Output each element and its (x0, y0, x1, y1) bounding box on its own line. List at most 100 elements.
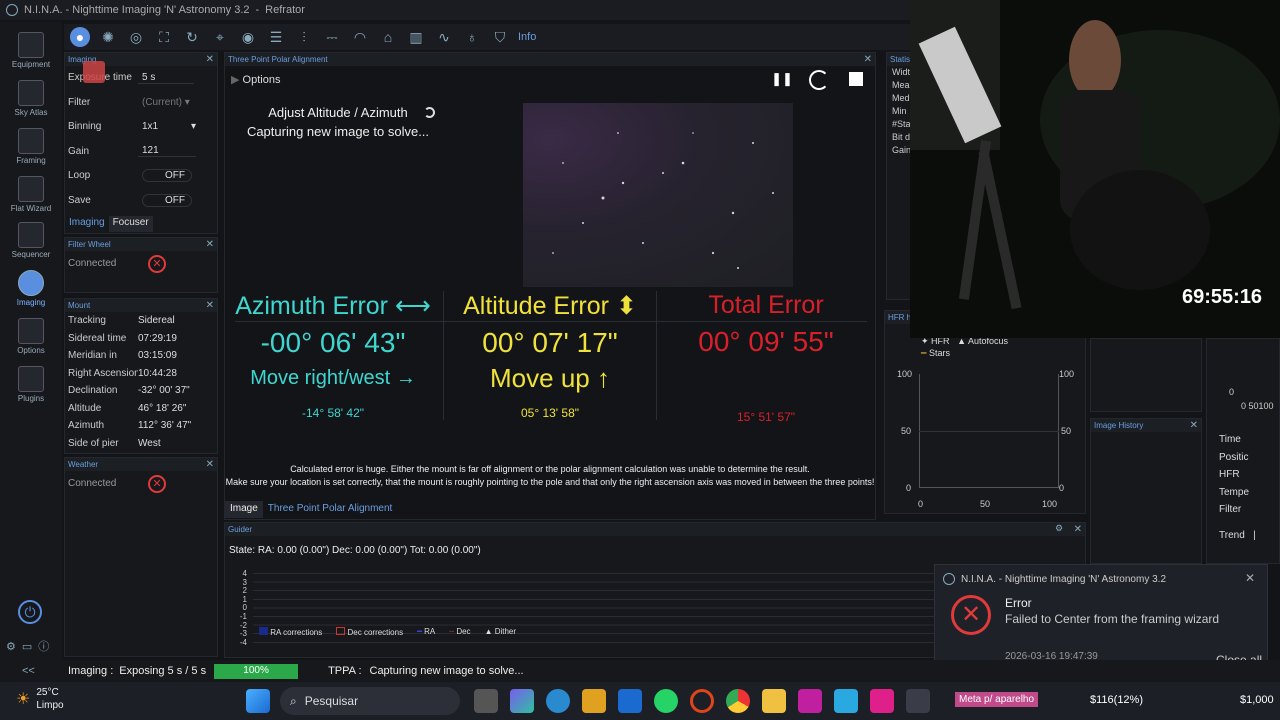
save-toggle[interactable]: OFF (142, 193, 192, 207)
toolbar-graph-icon[interactable]: ∿ (434, 27, 454, 47)
toolbar-aperture-icon[interactable]: ✺ (98, 27, 118, 47)
close-icon[interactable]: ✕ (1074, 524, 1085, 535)
toolbar-info-button[interactable]: Info (518, 31, 536, 43)
close-icon[interactable]: ✕ (864, 54, 875, 65)
pause-button[interactable]: ❚❚ (771, 71, 793, 89)
app-blue-icon[interactable] (834, 689, 858, 713)
red-stop-button[interactable] (83, 61, 105, 83)
store-icon[interactable] (582, 689, 606, 713)
panel-title: Guider (228, 525, 253, 534)
binning-select[interactable]: 1x1 ▾ (138, 121, 196, 132)
file-explorer-icon[interactable] (762, 689, 786, 713)
toolbar-observatory-icon[interactable]: ⌂ (378, 27, 398, 47)
book-icon[interactable]: ▭ (22, 641, 38, 653)
nav-equipment[interactable]: Equipment (0, 30, 62, 76)
mount-row: Azimuth 112° 36' 47" (68, 420, 192, 432)
toolbar-target-icon[interactable]: ◉ (238, 27, 258, 47)
toolbar-telescope-icon[interactable]: ⌖ (210, 27, 230, 47)
panel-title: Weather (68, 460, 99, 469)
toolbar-list-icon[interactable]: ☰ (266, 27, 286, 47)
azimuth-error-column: Azimuth Error ⟷ -00° 06' 43" Move right/… (225, 291, 441, 420)
stop-button[interactable] (849, 72, 863, 86)
app-purple-icon[interactable] (798, 689, 822, 713)
total-error-value: 00° 09' 55" (698, 326, 834, 357)
imaging-status-label: Imaging : (68, 665, 114, 677)
imaging-panel-tabs: Imaging Focuser (65, 216, 211, 232)
meta-widget[interactable]: Meta p/ aparelho (955, 692, 1039, 707)
nav-sequencer[interactable]: Sequencer (0, 220, 62, 266)
chrome-icon[interactable] (726, 689, 750, 713)
nina-app-icon[interactable] (618, 689, 642, 713)
collapse-icon[interactable]: << (0, 665, 62, 677)
dec-legend: ╌ Dec (449, 627, 471, 636)
nav-footer-icons: ⚙▭ⓘ (6, 638, 55, 654)
edge-icon[interactable] (546, 689, 570, 713)
copilot-icon[interactable] (510, 689, 534, 713)
panel-title: Mount (68, 301, 91, 310)
whatsapp-icon[interactable] (654, 689, 678, 713)
filter-select[interactable]: (Current) ▾ (138, 97, 194, 108)
small-graph-panel (1090, 338, 1202, 412)
toolbar-filter-wheel-icon[interactable]: ◎ (126, 27, 146, 47)
tppa-tabs: Image Three Point Polar Alignment (225, 501, 397, 518)
toolbar-shield-icon[interactable]: ⛉ (490, 27, 510, 47)
stock-widget-2[interactable]: $1,000 (1240, 694, 1274, 706)
nav-plugins[interactable]: Plugins (0, 364, 62, 410)
toolbar-sliders-icon[interactable]: ⫶ (294, 27, 314, 47)
step-message: Capturing new image to solve... (246, 124, 430, 139)
toolbar-switch-icon[interactable]: ⎓ (322, 27, 342, 47)
task-view-icon[interactable] (474, 689, 498, 713)
settings-small-icon[interactable]: ⚙ (6, 641, 22, 653)
nina-active-icon[interactable] (906, 689, 930, 713)
windows-start-icon[interactable] (246, 689, 270, 713)
toolbar-chart-icon[interactable]: ▥ (406, 27, 426, 47)
info-icon[interactable]: ⓘ (38, 641, 55, 653)
ra-legend: ━ RA (417, 627, 436, 636)
close-icon[interactable]: ✕ (206, 459, 217, 470)
app-pink-icon[interactable] (870, 689, 894, 713)
loop-toggle[interactable]: OFF (142, 169, 192, 183)
total-error-column: Total Error 00° 09' 55" 15° 51' 57" (659, 291, 873, 424)
nav-sky-atlas[interactable]: Sky Atlas (0, 78, 62, 124)
dec-corrections-legend: Dec corrections (336, 627, 403, 637)
nav-framing[interactable]: Framing (0, 126, 62, 172)
weather-widget[interactable]: ☀ 25°C Limpo (16, 686, 64, 712)
opera-icon[interactable] (690, 689, 714, 713)
chevron-down-icon: ▾ (190, 121, 196, 133)
toolbar-circle-icon[interactable]: ● (70, 27, 90, 47)
close-icon[interactable]: ✕ (1190, 420, 1201, 431)
mount-panel: Mount ✕ Tracking Sidereal Sidereal time 07:… (64, 298, 218, 454)
nav-flat-wizard[interactable]: Flat Wizard (0, 174, 62, 220)
filter-wheel-status: Connected (68, 258, 117, 270)
setting-row: Filter (Current) ▾ (65, 94, 217, 112)
nav-options[interactable]: Options (0, 316, 62, 362)
exposure-time-input[interactable]: 5 s (138, 72, 194, 84)
close-icon[interactable]: ✕ (206, 300, 217, 311)
tab-focuser[interactable]: Focuser (108, 216, 153, 232)
stock-widget-1[interactable]: $116(12%) (1090, 694, 1143, 706)
ra-corrections-legend: RA corrections (259, 627, 322, 637)
toolbar-rotator-icon[interactable]: ↻ (182, 27, 202, 47)
close-icon[interactable]: ✕ (206, 54, 217, 65)
mount-row: Altitude 46° 18' 26" (68, 402, 187, 414)
toolbar-bulb-icon[interactable]: ♁ (462, 27, 482, 47)
nav-imaging[interactable]: Imaging (0, 268, 62, 314)
power-icon[interactable]: ⏻ (18, 600, 42, 624)
taskbar-search-box[interactable]: ⌕ Pesquisar (280, 687, 460, 715)
altitude-error-sub: 05° 13' 58" (520, 406, 580, 420)
close-icon[interactable]: ✕ (206, 239, 217, 250)
toolbar-focus-icon[interactable]: ⛶ (154, 27, 174, 47)
tab-three-point-polar-alignment[interactable]: Three Point Polar Alignment (263, 501, 398, 518)
image-history-panel: Image History ✕ (1090, 418, 1202, 564)
hfr-x-label: 100 (1042, 499, 1058, 509)
hfr-x-label: 0 (918, 499, 924, 509)
toolbar-dome-icon[interactable]: ◠ (350, 27, 370, 47)
guider-settings-icon[interactable]: ⚙ (1055, 523, 1063, 534)
tab-image[interactable]: Image (225, 501, 263, 518)
hfr-y-label-right: 50 (1061, 426, 1072, 436)
toast-close-icon[interactable]: ✕ (1245, 571, 1255, 585)
options-expander[interactable]: ▶ Options (231, 73, 280, 86)
tppa-status-label: TPPA : (328, 665, 362, 677)
gain-input[interactable]: 121 (138, 145, 196, 158)
tab-imaging[interactable]: Imaging (65, 216, 109, 232)
